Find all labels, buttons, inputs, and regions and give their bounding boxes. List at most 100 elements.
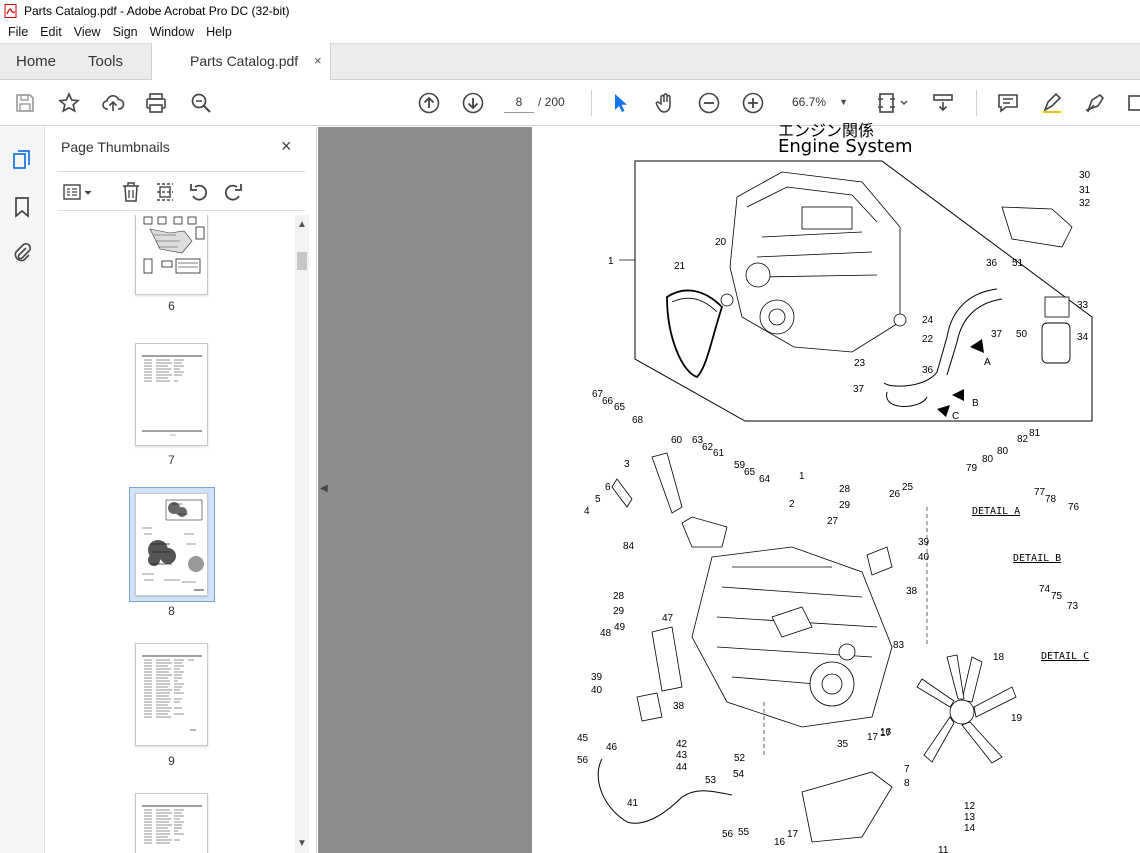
callout-40: 40	[918, 552, 930, 563]
zoom-level-value: 66.7%	[792, 95, 827, 109]
thumbnail-page[interactable]	[135, 215, 208, 295]
callout-2: 2	[789, 499, 795, 510]
scrollbar-thumb[interactable]	[297, 252, 307, 270]
callout-41: 41	[627, 798, 639, 809]
zoom-level-select[interactable]: 66.7% ▼	[784, 91, 854, 113]
callout-60: 60	[671, 435, 683, 446]
arrow-label: B	[972, 398, 979, 409]
scroll-down-icon[interactable]: ▼	[297, 838, 307, 849]
page-number-input[interactable]: 8	[504, 91, 534, 113]
callout-61: 61	[713, 448, 725, 459]
menu-help[interactable]: Help	[200, 25, 238, 39]
callout-62: 62	[702, 442, 714, 453]
rotate-clockwise-icon[interactable]	[221, 180, 245, 204]
sign-pen-icon[interactable]	[1084, 91, 1108, 115]
bookmarks-icon[interactable]	[11, 196, 33, 218]
close-panel-icon[interactable]: ×	[281, 136, 292, 157]
callout-64: 64	[759, 474, 771, 485]
callout-22: 22	[922, 334, 934, 345]
next-page-icon[interactable]	[461, 91, 485, 115]
callout-79: 79	[966, 463, 978, 474]
callout-31: 31	[1079, 185, 1091, 196]
zoom-out-icon[interactable]	[697, 91, 721, 115]
callout-80b: 80	[997, 446, 1009, 457]
callout-80: 80	[982, 454, 994, 465]
collapse-panel-icon[interactable]: ◀	[320, 483, 332, 503]
tab-tools[interactable]: Tools	[88, 53, 123, 70]
menu-window[interactable]: Window	[144, 25, 200, 39]
callout-23: 23	[854, 358, 866, 369]
tab-document[interactable]: Parts Catalog.pdf ×	[151, 43, 331, 81]
callout-17c: 17	[787, 829, 799, 840]
callout-44: 44	[676, 762, 688, 773]
thumbnail-page[interactable]	[135, 643, 208, 746]
page-thumbnails-icon[interactable]	[11, 149, 33, 171]
highlight-pen-icon[interactable]	[1040, 91, 1064, 115]
toolbar-divider	[976, 90, 977, 116]
fit-page-icon[interactable]	[876, 91, 910, 115]
menu-sign[interactable]: Sign	[107, 25, 144, 39]
callout-78: 78	[1045, 494, 1057, 505]
acrobat-icon	[4, 4, 17, 18]
rotate-counterclockwise-icon[interactable]	[187, 180, 211, 204]
callout-27: 27	[827, 516, 839, 527]
callout-28b: 28	[613, 591, 625, 602]
callout-49: 49	[614, 622, 626, 633]
delete-page-icon[interactable]	[119, 180, 143, 204]
bookmark-star-icon[interactable]	[57, 91, 81, 115]
attachments-icon[interactable]	[11, 242, 33, 264]
print-icon[interactable]	[144, 91, 168, 115]
upload-cloud-icon[interactable]	[101, 91, 125, 115]
callout-35: 35	[837, 739, 849, 750]
zoom-in-icon[interactable]	[741, 91, 765, 115]
more-tools-icon[interactable]	[1126, 91, 1140, 115]
callout-65: 65	[744, 467, 756, 478]
callout-55: 55	[738, 827, 750, 838]
callout-8: 8	[904, 778, 910, 789]
thumbnail-page[interactable]	[135, 793, 208, 853]
select-cursor-icon[interactable]	[609, 91, 633, 115]
menu-file[interactable]: File	[2, 25, 34, 39]
exploded-parts-diagram: A B C 1 1 2 3 4 5 6 7 8 11 12 13 14 16 1…	[577, 160, 1093, 853]
callout-20: 20	[715, 237, 727, 248]
extract-pages-icon[interactable]	[153, 180, 177, 204]
thumbnail-scrollbar[interactable]: ▲ ▼	[295, 215, 309, 853]
callout-74: 74	[1039, 584, 1051, 595]
callout-48: 48	[600, 628, 612, 639]
menu-view[interactable]: View	[68, 25, 107, 39]
menu-edit[interactable]: Edit	[34, 25, 68, 39]
callout-50: 50	[1016, 329, 1028, 340]
callout-83: 83	[893, 640, 905, 651]
callout-16b: 16	[774, 837, 786, 848]
scroll-mode-icon[interactable]	[931, 91, 955, 115]
tab-home[interactable]: Home	[16, 53, 56, 70]
thumbnail-page[interactable]	[135, 343, 208, 446]
callout-21: 21	[674, 261, 686, 272]
arrow-label: A	[984, 357, 991, 368]
callout-37b: 37	[853, 384, 865, 395]
pdf-page: エンジン関係 Engine System DETAIL A DETAIL B D…	[532, 121, 1140, 853]
callout-81: 81	[1029, 428, 1041, 439]
callout-14: 14	[964, 823, 976, 834]
callout-38: 38	[906, 586, 918, 597]
callout-18: 18	[993, 652, 1005, 663]
find-zoom-icon[interactable]	[189, 91, 213, 115]
callout-40b: 40	[591, 685, 603, 696]
tab-bar: Home Tools Parts Catalog.pdf ×	[0, 43, 1140, 81]
callout-26: 26	[889, 489, 901, 500]
thumbnail-page-selected[interactable]	[135, 493, 208, 596]
callout-4: 4	[584, 506, 590, 517]
scroll-up-icon[interactable]: ▲	[297, 219, 307, 230]
thumbnail-options-icon[interactable]	[61, 180, 95, 204]
callout-84: 84	[623, 541, 635, 552]
callout-33: 33	[1077, 300, 1089, 311]
panel-title: Page Thumbnails	[61, 139, 170, 155]
previous-page-icon[interactable]	[417, 91, 441, 115]
callout-51: 51	[1012, 258, 1024, 269]
close-tab-icon[interactable]: ×	[314, 53, 322, 68]
hand-tool-icon[interactable]	[653, 91, 677, 115]
callout-12: 12	[964, 801, 976, 812]
comment-icon[interactable]	[996, 91, 1020, 115]
save-icon[interactable]	[13, 91, 37, 115]
callout-25: 25	[902, 482, 914, 493]
